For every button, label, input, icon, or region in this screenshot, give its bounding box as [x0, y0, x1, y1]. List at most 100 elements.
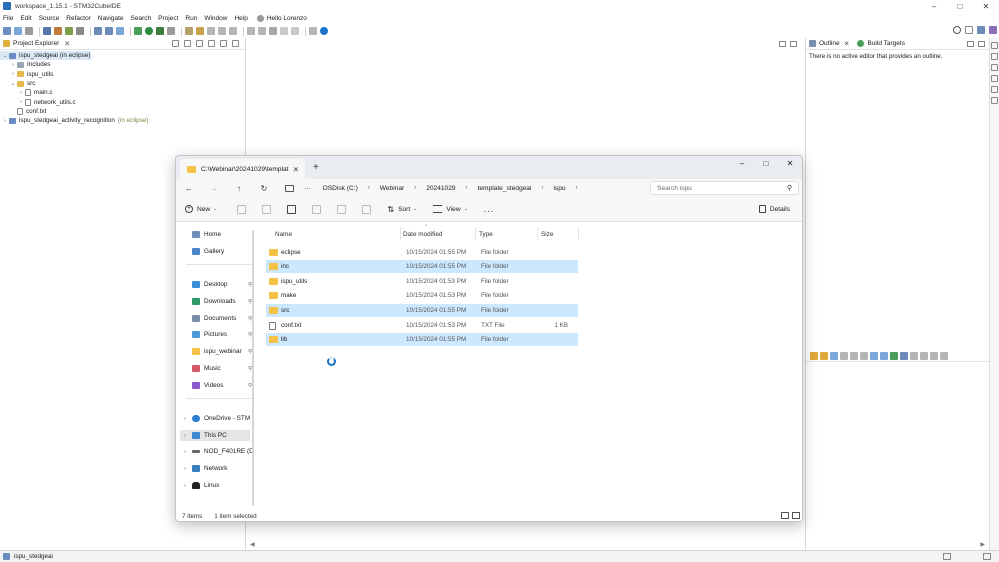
- nav-item-gallery[interactable]: Gallery: [184, 246, 254, 257]
- details-view-icon[interactable]: [781, 512, 789, 519]
- back-arrow-icon[interactable]: ←: [183, 184, 195, 193]
- share-icon[interactable]: [337, 204, 347, 214]
- menu-source[interactable]: Source: [39, 15, 60, 22]
- trim-view-icon[interactable]: [991, 86, 998, 93]
- run-icon[interactable]: [145, 27, 153, 35]
- nav-item-ispu-webinar[interactable]: ispu_webinar ⚲: [184, 346, 254, 357]
- nav-item-this-pc[interactable]: › This PC: [180, 430, 250, 441]
- file-row-src[interactable]: src 10/15/2024 01:55 PM File folder: [266, 304, 578, 317]
- search-tool-icon[interactable]: [196, 27, 204, 35]
- view-button[interactable]: View ⌄: [433, 205, 468, 213]
- nav-item-nod-f401re[interactable]: › NOD_F401RE (D: [184, 446, 254, 457]
- panel-tool-icon[interactable]: [920, 351, 928, 360]
- chevron-right-icon[interactable]: ›: [466, 185, 468, 191]
- navigation-pane-scrollbar[interactable]: [252, 230, 254, 506]
- maximize-view-icon[interactable]: [790, 41, 797, 47]
- panel-tool-icon[interactable]: [890, 351, 898, 360]
- next-annotation-icon[interactable]: [247, 27, 255, 35]
- trim-view-icon[interactable]: [991, 75, 998, 82]
- build-icon[interactable]: [54, 27, 62, 35]
- nav-item-onedrive[interactable]: › OneDrive - STM: [184, 413, 254, 424]
- ide-close-icon[interactable]: ✕: [973, 0, 999, 12]
- ide-maximize-icon[interactable]: □: [947, 0, 973, 12]
- menu-run[interactable]: Run: [185, 15, 197, 22]
- panel-tool-icon[interactable]: [850, 351, 858, 360]
- new-class-icon[interactable]: [105, 27, 113, 35]
- up-arrow-icon[interactable]: ↑: [233, 184, 245, 193]
- file-row-make[interactable]: make 10/15/2024 01:53 PM File folder: [266, 289, 578, 302]
- nav-item-linux[interactable]: › Linux: [184, 480, 254, 491]
- menu-project[interactable]: Project: [158, 15, 178, 22]
- chevron-right-icon[interactable]: ›: [184, 483, 192, 489]
- ide-minimize-icon[interactable]: –: [921, 0, 947, 12]
- hammer-icon[interactable]: [65, 27, 73, 35]
- device-perspective-icon[interactable]: [989, 26, 997, 34]
- last-edit-icon[interactable]: [269, 27, 277, 35]
- close-tab-icon[interactable]: ✕: [293, 165, 299, 174]
- save-icon[interactable]: [14, 27, 22, 35]
- cpp-perspective-icon[interactable]: [977, 26, 985, 34]
- column-header-size[interactable]: Size: [541, 231, 553, 238]
- column-header-date-modified[interactable]: Date modified: [403, 231, 442, 238]
- panel-tool-icon[interactable]: [820, 351, 828, 360]
- forward-arrow-icon[interactable]: →: [208, 184, 220, 193]
- tree-item-includes[interactable]: › Includes: [0, 60, 245, 69]
- nav-item-desktop[interactable]: Desktop ⚲: [184, 279, 254, 290]
- nav-item-music[interactable]: Music ⚲: [184, 363, 254, 374]
- panel-tool-icon[interactable]: [910, 351, 918, 360]
- link-with-editor-icon[interactable]: [184, 40, 191, 47]
- new-icon[interactable]: [3, 27, 11, 35]
- minimize-view-icon[interactable]: [930, 351, 938, 360]
- tree-item-main-c[interactable]: › main.c: [0, 88, 245, 97]
- device-config-icon[interactable]: [43, 27, 51, 35]
- rename-icon[interactable]: [312, 204, 322, 214]
- close-icon[interactable]: ✕: [844, 40, 850, 48]
- tree-item-ispu-stedgeai[interactable]: ⌄ ispu_stedgeai (in eclipse): [0, 51, 91, 61]
- delete-icon[interactable]: [362, 204, 372, 214]
- file-row-lib[interactable]: lib 10/15/2024 01:55 PM File folder: [266, 333, 578, 346]
- collapse-all-icon[interactable]: [172, 40, 179, 47]
- copy-icon[interactable]: [262, 204, 272, 214]
- file-row-ispu-utils[interactable]: ispu_utils 10/15/2024 01:53 PM File fold…: [266, 275, 578, 288]
- panel-tool-icon[interactable]: [840, 351, 848, 360]
- trim-view-icon[interactable]: [991, 97, 998, 104]
- menu-window[interactable]: Window: [204, 15, 227, 22]
- trim-view-icon[interactable]: [991, 64, 998, 71]
- menu-search[interactable]: Search: [131, 15, 152, 22]
- chevron-right-icon[interactable]: ›: [414, 185, 416, 191]
- sort-button[interactable]: ⇅ Sort ⌄: [387, 205, 417, 214]
- show-whitespace-icon[interactable]: [229, 27, 237, 35]
- chevron-right-icon[interactable]: ›: [2, 118, 8, 124]
- back-icon[interactable]: [280, 27, 288, 35]
- breadcrumb-ispu[interactable]: ispu: [553, 185, 565, 192]
- file-row-eclipse[interactable]: eclipse 10/15/2024 01:55 PM File folder: [266, 246, 578, 259]
- minimize-view-icon[interactable]: [220, 40, 227, 47]
- chevron-right-icon[interactable]: ›: [184, 416, 192, 422]
- tree-item-ispu-stedgeai-activity-recognition[interactable]: › ispu_stedgeai_activity_recognition (in…: [0, 116, 245, 125]
- status-trim-icon[interactable]: [943, 553, 951, 560]
- menu-help[interactable]: Help: [234, 15, 247, 22]
- maximize-view-icon[interactable]: [940, 351, 948, 360]
- maximize-view-icon[interactable]: [978, 41, 985, 47]
- open-perspective-icon[interactable]: [965, 26, 973, 34]
- debug-icon[interactable]: [134, 27, 142, 35]
- editor-horizontal-scrollbar[interactable]: ◀ ▶: [250, 541, 985, 549]
- file-row-conf-txt[interactable]: conf.txt 10/15/2024 01:53 PM TXT File 1 …: [266, 319, 578, 332]
- trim-view-icon[interactable]: [991, 53, 998, 60]
- skip-breakpoints-icon[interactable]: [167, 27, 175, 35]
- chevron-right-icon[interactable]: ›: [368, 185, 370, 191]
- chevron-right-icon[interactable]: ›: [10, 62, 16, 68]
- chevron-down-icon[interactable]: ⌄: [10, 81, 16, 87]
- scroll-right-icon[interactable]: ▶: [980, 541, 985, 548]
- close-icon[interactable]: ✕: [64, 40, 70, 48]
- filter-icon[interactable]: [196, 40, 203, 47]
- nav-item-home[interactable]: Home: [184, 229, 254, 240]
- menu-navigate[interactable]: Navigate: [98, 15, 124, 22]
- panel-tool-icon[interactable]: [870, 351, 878, 360]
- build-targets-tab[interactable]: Build Targets: [857, 40, 905, 47]
- column-separator[interactable]: [400, 227, 401, 240]
- chevron-right-icon[interactable]: ›: [576, 185, 578, 191]
- view-menu-icon[interactable]: [208, 40, 215, 47]
- info-icon[interactable]: [320, 27, 328, 35]
- restore-view-icon[interactable]: [991, 42, 998, 49]
